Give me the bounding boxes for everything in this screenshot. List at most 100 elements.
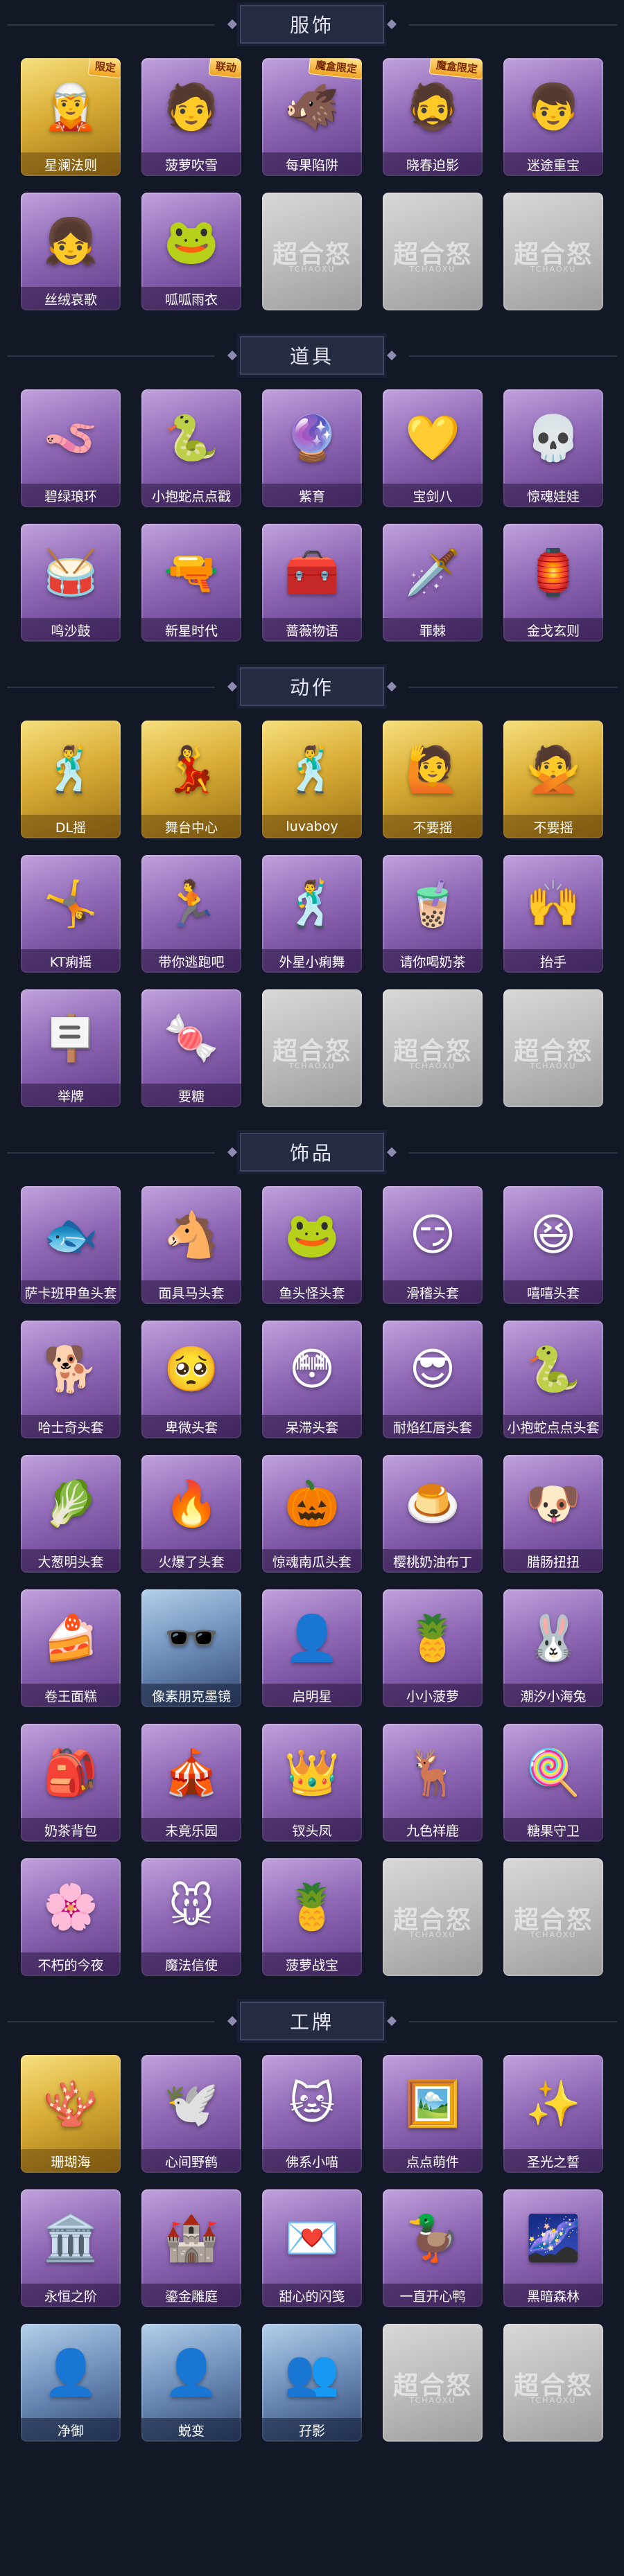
item-tile[interactable]: 🗡️ 罪棘 — [383, 524, 483, 642]
item-tile[interactable]: 🐍 小抱蛇点点戳 — [141, 389, 241, 507]
item-tile[interactable]: 👤 净御 — [21, 2324, 121, 2442]
item-icon: 🎪 — [164, 1747, 219, 1799]
item-icon: 🙅 — [526, 744, 581, 795]
item-tile[interactable]: 🧝 星澜法则 限定 — [21, 58, 121, 176]
item-tile[interactable]: 🪱 碧绿琅环 — [21, 389, 121, 507]
item-tile[interactable]: 💌 甜心的闪笺 — [262, 2189, 362, 2307]
item-tile[interactable]: 🤸 KT痢摇 — [21, 855, 121, 973]
item-tile[interactable]: 🍬 要糖 — [141, 989, 241, 1107]
item-tile[interactable]: 🥁 鸣沙鼓 — [21, 524, 121, 642]
item-tile[interactable]: 🐶 腊肠扭扭 — [503, 1455, 603, 1573]
item-tile[interactable]: 😆 嘻嘻头套 — [503, 1186, 603, 1304]
item-tile[interactable]: 🙋 不要摇 — [383, 721, 483, 838]
item-icon: 🧑 — [164, 82, 219, 133]
item-tile[interactable]: 🙅 不要摇 — [503, 721, 603, 838]
divider-line — [409, 687, 617, 688]
watermark-sub: TCHAOXU — [409, 265, 456, 274]
item-label: 迷途重宝 — [503, 152, 603, 176]
item-label: 魔法信使 — [141, 1952, 241, 1976]
item-tile[interactable]: 🐸 呱呱雨衣 — [141, 193, 241, 310]
item-tile[interactable]: 🕺 luvaboy — [262, 721, 362, 838]
item-label: 小抱蛇点点头套 — [503, 1415, 603, 1438]
item-tile[interactable]: 🌌 黑暗森林 — [503, 2189, 603, 2307]
item-label: 火爆了头套 — [141, 1549, 241, 1573]
item-tile[interactable]: 🍍 菠萝战宝 — [262, 1858, 362, 1976]
item-tile[interactable]: 👤 启明星 — [262, 1589, 362, 1707]
item-tile[interactable]: 👥 孖影 — [262, 2324, 362, 2442]
item-tile[interactable]: 🧰 蔷薇物语 — [262, 524, 362, 642]
item-tile[interactable]: 🐭 魔法信使 — [141, 1858, 241, 1976]
item-label: 耐焰红唇头套 — [383, 1415, 483, 1438]
item-tile[interactable]: 🍍 小小菠萝 — [383, 1589, 483, 1707]
section-title: 饰品 — [239, 1133, 384, 1172]
section-4: 工牌 🪸 珊瑚海 🕊️ 心间野鹤 🐱 佛系小喵 🖼️ 点点萌件 ✨ 圣光之誓 🏛️ 永恒之阶 🏰 鎏金雕庭 💌… — [0, 1997, 624, 2462]
item-tile[interactable]: 😎 耐焰红唇头套 — [383, 1321, 483, 1438]
item-tile[interactable]: 🐰 潮汐小海兔 — [503, 1589, 603, 1707]
item-tile[interactable]: 🎃 惊魂南瓜头套 — [262, 1455, 362, 1573]
item-icon: 🍬 — [164, 1013, 219, 1064]
item-tile[interactable]: 🎒 奶茶背包 — [21, 1724, 121, 1842]
item-tile[interactable]: 🪧 举牌 — [21, 989, 121, 1107]
item-tile[interactable]: 🔮 紫育 — [262, 389, 362, 507]
item-tile[interactable]: 🎪 未竟乐园 — [141, 1724, 241, 1842]
item-label: 宝剑八 — [383, 484, 483, 507]
item-tile[interactable]: 😳 呆滞头套 — [262, 1321, 362, 1438]
item-tile[interactable]: 🥬 大葱明头套 — [21, 1455, 121, 1573]
item-tile[interactable]: 🔫 新星时代 — [141, 524, 241, 642]
item-tile[interactable]: 🏛️ 永恒之阶 — [21, 2189, 121, 2307]
item-tile[interactable]: 🕶️ 像素朋克墨镜 — [141, 1589, 241, 1707]
item-label: 像素朋克墨镜 — [141, 1684, 241, 1707]
item-label: 举牌 — [21, 1084, 121, 1107]
item-icon: 🏃 — [164, 879, 219, 930]
item-tile[interactable]: 🏰 鎏金雕庭 — [141, 2189, 241, 2307]
item-tile[interactable]: 🔥 火爆了头套 — [141, 1455, 241, 1573]
item-tile[interactable]: 🐕 哈士奇头套 — [21, 1321, 121, 1438]
item-tile[interactable]: 🧔 晓春迫影 魔盒限定 — [383, 58, 483, 176]
item-tile[interactable]: 🕊️ 心间野鹤 — [141, 2055, 241, 2173]
item-tile[interactable]: 👦 迷途重宝 — [503, 58, 603, 176]
item-icon: 🍍 — [405, 1613, 460, 1664]
item-tile[interactable]: 🕺 DL摇 — [21, 721, 121, 838]
item-tile[interactable]: 🏃 带你逃跑吧 — [141, 855, 241, 973]
item-tile[interactable]: 🍰 卷王面糕 — [21, 1589, 121, 1707]
item-tile[interactable]: 🍭 糖果守卫 — [503, 1724, 603, 1842]
item-tile[interactable]: 🦌 九色祥鹿 — [383, 1724, 483, 1842]
item-tile[interactable]: 💃 舞台中心 — [141, 721, 241, 838]
item-icon: 🐗 — [284, 82, 340, 133]
item-tile[interactable]: 🌸 不朽的今夜 — [21, 1858, 121, 1976]
item-tile[interactable]: 🐴 面具马头套 — [141, 1186, 241, 1304]
item-tile[interactable]: 🐗 每果陷阱 魔盒限定 — [262, 58, 362, 176]
item-tile[interactable]: 🥺 卑微头套 — [141, 1321, 241, 1438]
item-label: 心间野鹤 — [141, 2149, 241, 2173]
item-icon: ✨ — [526, 2079, 581, 2130]
item-tile[interactable]: 😏 滑稽头套 — [383, 1186, 483, 1304]
item-tile[interactable]: ✨ 圣光之誓 — [503, 2055, 603, 2173]
item-icon: 🎃 — [284, 1479, 340, 1530]
item-tile[interactable]: 🙌 抬手 — [503, 855, 603, 973]
item-icon: 🦌 — [405, 1747, 460, 1799]
item-tile[interactable]: 🧋 请你喝奶茶 — [383, 855, 483, 973]
item-tile[interactable]: 🏮 金戈玄则 — [503, 524, 603, 642]
item-tile[interactable]: 💀 惊魂娃娃 — [503, 389, 603, 507]
item-tile[interactable]: 👧 丝绒哀歌 — [21, 193, 121, 310]
item-tile[interactable]: 🐟 萨卡班甲鱼头套 — [21, 1186, 121, 1304]
item-tile[interactable]: 🕺 外星小痢舞 — [262, 855, 362, 973]
item-tile[interactable]: 👤 蜕变 — [141, 2324, 241, 2442]
item-tile[interactable]: 🐍 小抱蛇点点头套 — [503, 1321, 603, 1438]
item-tile[interactable]: 🪸 珊瑚海 — [21, 2055, 121, 2173]
item-icon: 👧 — [43, 216, 98, 267]
item-tile[interactable]: 🐸 鱼头怪头套 — [262, 1186, 362, 1304]
item-tile[interactable]: 🖼️ 点点萌件 — [383, 2055, 483, 2173]
item-label: 蔷薇物语 — [262, 618, 362, 642]
item-icon: 🕺 — [43, 744, 98, 795]
item-icon: 🥁 — [43, 547, 98, 599]
item-label: 不朽的今夜 — [21, 1952, 121, 1976]
item-tile[interactable]: 🍮 樱桃奶油布丁 — [383, 1455, 483, 1573]
item-label: 请你喝奶茶 — [383, 949, 483, 973]
item-tile[interactable]: 👑 钗头凤 — [262, 1724, 362, 1842]
item-tile[interactable]: 💛 宝剑八 — [383, 389, 483, 507]
item-tile[interactable]: 🐱 佛系小喵 — [262, 2055, 362, 2173]
item-tile[interactable]: 🧑 菠萝吹雪 联动 — [141, 58, 241, 176]
item-tile[interactable]: 🦆 一直开心鸭 — [383, 2189, 483, 2307]
item-label: 鱼头怪头套 — [262, 1280, 362, 1304]
